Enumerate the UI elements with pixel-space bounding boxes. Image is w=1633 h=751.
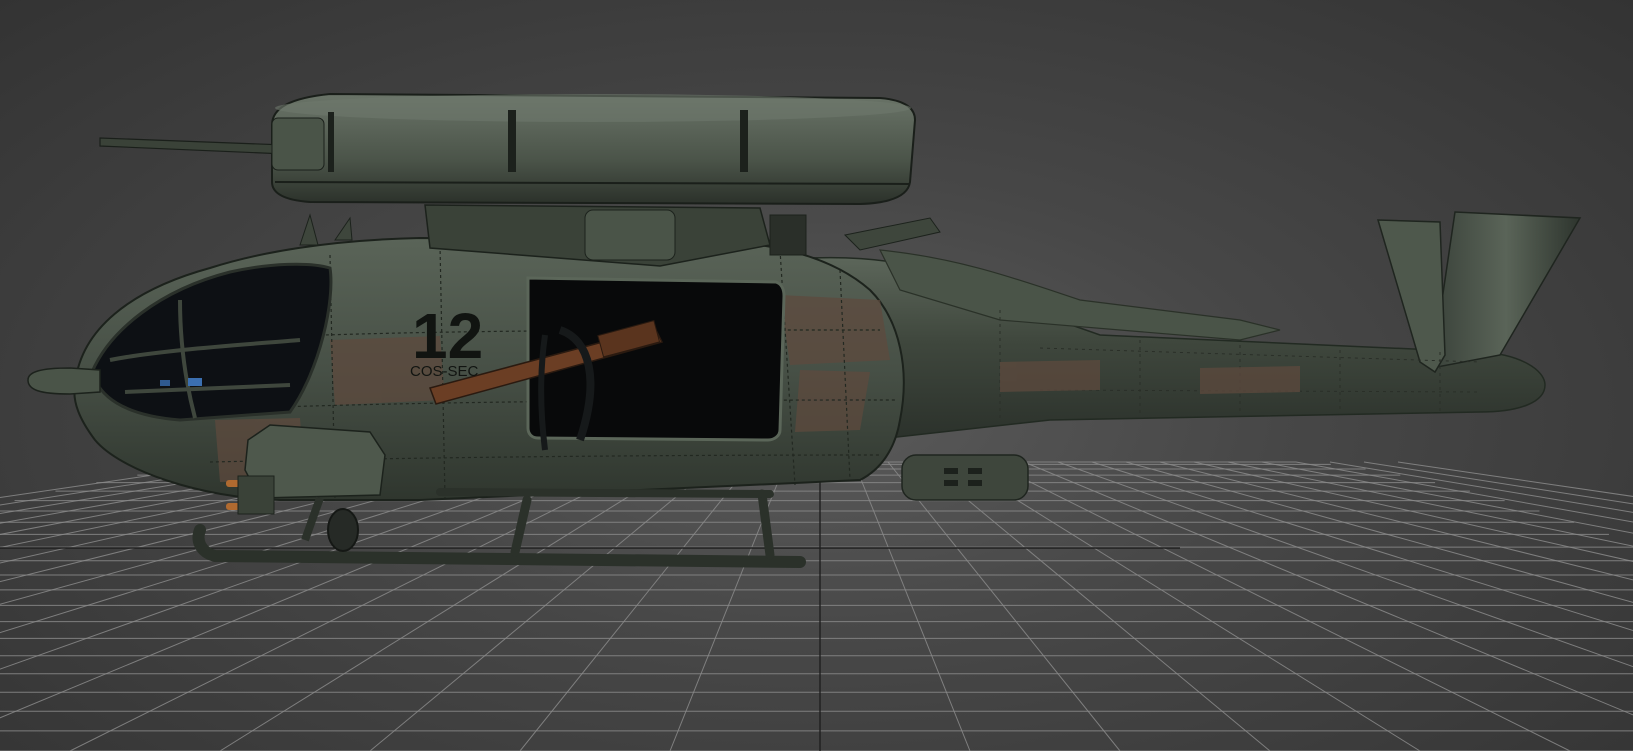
nose-sensor[interactable] [27,367,101,395]
cargo-pod[interactable] [901,454,1029,501]
grid-line [0,461,413,549]
cockpit-instrument-light [188,378,202,386]
grid-line [0,461,243,498]
grid-line [853,461,971,751]
grid-line [1227,461,1633,547]
grid-line [0,461,447,564]
rotor-disc-top [275,94,911,122]
landing-skid[interactable] [192,488,806,568]
engine-housing [584,209,676,261]
grid-line [1057,461,1633,668]
grid-line [921,461,1271,751]
rotor-gun-turret[interactable] [271,117,325,171]
grid-line [1091,461,1633,632]
grid-line [955,461,1421,751]
grid-line [1193,461,1633,562]
engine-intake [769,214,807,256]
grid-line [0,461,583,670]
grid-line [1397,461,1633,497]
hull-text: COS-SEC [410,363,479,380]
rocket-launcher[interactable] [237,475,275,515]
grid-line [887,461,1121,751]
landing-gear-wheel[interactable] [301,496,359,552]
tail-fin-rear[interactable] [1431,211,1582,369]
rotor-gun-barrel[interactable] [99,137,286,155]
grid-line [989,461,1571,751]
viewport-canvas[interactable]: 12 COS-SEC [0,0,1633,751]
cockpit-instrument-light-2 [160,380,170,386]
grid-line [1329,461,1633,513]
helicopter-model[interactable]: 12 COS-SEC [27,92,1582,568]
hull-number: 12 [412,300,483,372]
grid-line [519,461,753,751]
grid-line [669,461,787,751]
grid-line [369,461,719,751]
grid-line [1261,461,1633,534]
3d-viewport[interactable]: 12 COS-SEC [0,0,1633,751]
grid-line [69,461,651,751]
grid-line [219,461,685,751]
